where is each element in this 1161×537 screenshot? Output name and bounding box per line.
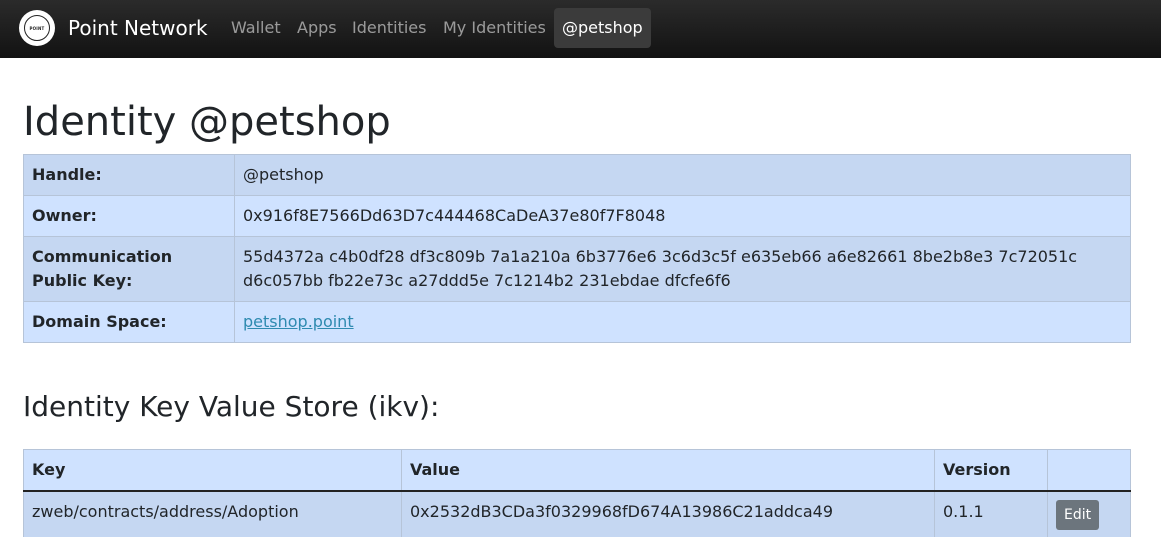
identity-table: Handle: @petshop Owner: 0x916f8E7566Dd63… — [23, 154, 1131, 343]
ikv-header-key: Key — [23, 449, 402, 492]
owner-label: Owner: — [23, 195, 235, 237]
ikv-section-title: Identity Key Value Store (ikv): — [23, 390, 440, 423]
ikv-action-cell: Edit — [1047, 490, 1131, 537]
ikv-table: Key Value Version zweb/contracts/address… — [23, 449, 1131, 537]
ikv-key-cell: zweb/contracts/address/Adoption — [23, 490, 402, 537]
handle-row: Handle: @petshop — [23, 154, 1131, 196]
nav-link-apps[interactable]: Apps — [297, 18, 337, 38]
ikv-header-value: Value — [401, 449, 935, 492]
point-logo-icon[interactable]: POINT — [19, 10, 55, 46]
public-key-label: Communication Public Key: — [23, 236, 235, 302]
owner-value: 0x916f8E7566Dd63D7c444468CaDeA37e80f7F80… — [234, 195, 1131, 237]
public-key-value: 55d4372a c4b0df28 df3c809b 7a1a210a 6b37… — [234, 236, 1131, 302]
top-navbar: POINT Point Network Wallet Apps Identiti… — [0, 0, 1161, 58]
domain-space-cell: petshop.point — [234, 301, 1131, 343]
nav-link-my-identities[interactable]: My Identities — [443, 18, 546, 38]
edit-button[interactable]: Edit — [1056, 500, 1100, 530]
ikv-header-version: Version — [934, 449, 1048, 492]
nav-link-identities[interactable]: Identities — [352, 18, 426, 38]
handle-label: Handle: — [23, 154, 235, 196]
domain-space-row: Domain Space: petshop.point — [23, 301, 1131, 343]
table-row: zweb/contracts/address/Adoption 0x2532dB… — [23, 490, 1131, 537]
ikv-value-cell: 0x2532dB3CDa3f0329968fD674A13986C21addca… — [401, 490, 935, 537]
nav-link-wallet[interactable]: Wallet — [231, 18, 281, 38]
logo-text: POINT — [24, 15, 50, 41]
handle-value: @petshop — [234, 154, 1131, 196]
public-key-row: Communication Public Key: 55d4372a c4b0d… — [23, 236, 1131, 302]
domain-space-link[interactable]: petshop.point — [243, 312, 354, 331]
page-title: Identity @petshop — [23, 99, 391, 145]
ikv-header-row: Key Value Version — [23, 449, 1131, 492]
brand-name[interactable]: Point Network — [68, 15, 208, 41]
domain-space-label: Domain Space: — [23, 301, 235, 343]
owner-row: Owner: 0x916f8E7566Dd63D7c444468CaDeA37e… — [23, 195, 1131, 237]
nav-link-petshop[interactable]: @petshop — [554, 8, 651, 48]
ikv-header-actions — [1047, 449, 1131, 492]
ikv-version-cell: 0.1.1 — [934, 490, 1048, 537]
